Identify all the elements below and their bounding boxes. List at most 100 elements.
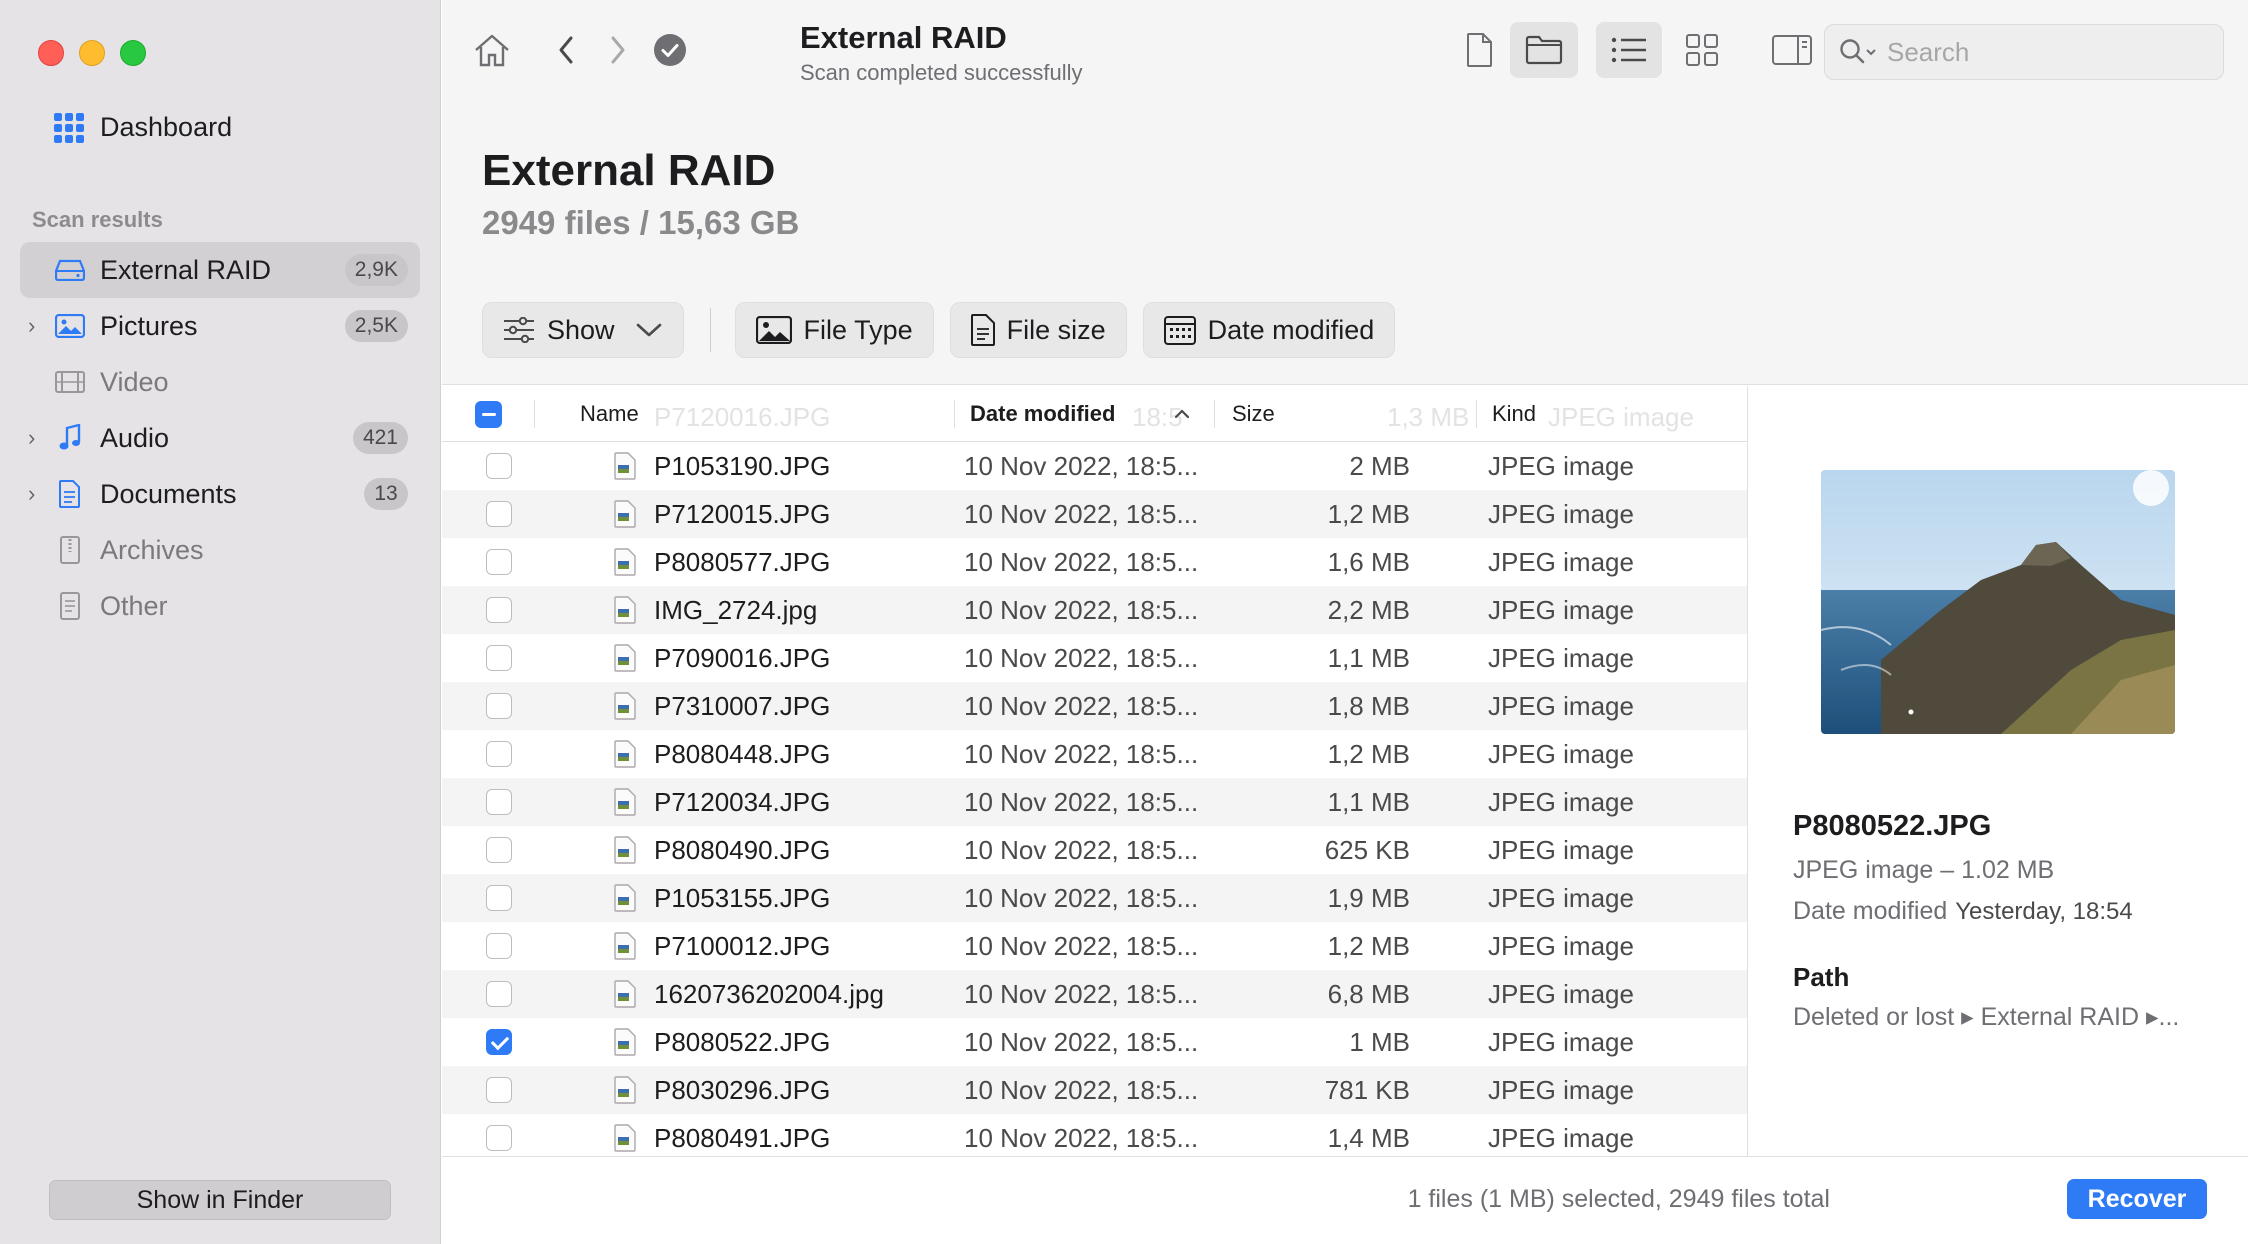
row-checkbox[interactable]	[486, 789, 512, 815]
sidebar-item-audio[interactable]: › Audio 421	[20, 410, 420, 466]
file-name: P7090016.JPG	[654, 643, 831, 673]
search-icon	[1840, 39, 1876, 64]
table-row[interactable]: P8080448.JPG 10 Nov 2022, 18:5... 1,2 MB JP…	[442, 730, 1747, 778]
file-size: 1,1 MB	[1327, 643, 1410, 673]
file-date-modified: 10 Nov 2022, 18:5...	[964, 835, 1199, 865]
document-icon	[54, 480, 86, 508]
search-input[interactable]	[1887, 36, 2207, 68]
count-badge: 2,9K	[344, 254, 408, 286]
table-row[interactable]: P7090016.JPG 10 Nov 2022, 18:5... 1,1 MB JP…	[442, 634, 1747, 682]
toggle-preview-panel-button[interactable]	[1764, 22, 1820, 78]
sidebar-item-pictures[interactable]: › Pictures 2,5K	[20, 298, 420, 354]
file-size: 1,8 MB	[1327, 691, 1410, 721]
show-filter-button[interactable]: Show	[482, 302, 684, 358]
chevron-right-icon[interactable]: ›	[28, 481, 35, 507]
column-divider	[954, 400, 955, 428]
list-view-button[interactable]	[1596, 22, 1662, 78]
jpeg-file-icon	[614, 836, 636, 864]
table-row[interactable]: P8030296.JPG 10 Nov 2022, 18:5... 781 KB JP…	[442, 1066, 1747, 1114]
table-row[interactable]: P8080577.JPG 10 Nov 2022, 18:5... 1,6 MB JP…	[442, 538, 1747, 586]
jpeg-file-icon	[614, 500, 636, 528]
sort-ascending-chevron-icon	[1174, 409, 1190, 419]
table-row[interactable]: P1053155.JPG 10 Nov 2022, 18:5... 1,9 MB JP…	[442, 874, 1747, 922]
column-header-size[interactable]: Size	[1232, 386, 1275, 442]
file-name: P7100012.JPG	[654, 931, 831, 961]
status-bar: 1 files (1 MB) selected, 2949 files tota…	[442, 1156, 2248, 1244]
file-kind: JPEG image	[1488, 1075, 1634, 1105]
column-header-date-modified[interactable]: Date modified	[970, 386, 1115, 442]
minimize-window-button[interactable]	[79, 40, 105, 66]
table-row[interactable]: P7120015.JPG 10 Nov 2022, 18:5... 1,2 MB JP…	[442, 490, 1747, 538]
row-checkbox[interactable]	[486, 981, 512, 1007]
sidebar-item-dashboard[interactable]: Dashboard	[54, 112, 232, 143]
row-checkbox[interactable]	[486, 933, 512, 959]
grid-view-button[interactable]	[1674, 22, 1730, 78]
preview-path-value[interactable]: Deleted or lost ▸ External RAID ▸...	[1793, 1002, 2179, 1032]
table-row[interactable]: IMG_2724.jpg 10 Nov 2022, 18:5... 2,2 MB JP…	[442, 586, 1747, 634]
row-checkbox[interactable]	[486, 741, 512, 767]
chevron-right-icon[interactable]: ›	[28, 313, 35, 339]
file-kind: JPEG image	[1488, 883, 1634, 913]
sidebar-item-label: Video	[100, 366, 169, 397]
search-field[interactable]	[1824, 24, 2224, 80]
column-header-name[interactable]: Name	[580, 386, 639, 442]
row-checkbox[interactable]	[486, 1029, 512, 1055]
close-window-button[interactable]	[38, 40, 64, 66]
scan-status-indicator	[642, 22, 698, 78]
file-size-filter-label: File size	[1006, 314, 1106, 345]
table-row[interactable]: 1620736202004.jpg 10 Nov 2022, 18:5... 6,8…	[442, 970, 1747, 1018]
home-button[interactable]	[464, 22, 520, 78]
date-modified-filter-button[interactable]: Date modified	[1142, 302, 1396, 358]
file-date-modified: 10 Nov 2022, 18:5...	[964, 499, 1199, 529]
row-checkbox[interactable]	[486, 837, 512, 863]
preview-panel: P8080522.JPG JPEG image – 1.02 MB Date m…	[1749, 386, 2248, 1156]
file-date-modified: 10 Nov 2022, 18:5...	[964, 1075, 1199, 1105]
file-size: 2,2 MB	[1327, 595, 1410, 625]
table-row[interactable]: P7120034.JPG 10 Nov 2022, 18:5... 1,1 MB JP…	[442, 778, 1747, 826]
file-name: IMG_2724.jpg	[654, 595, 818, 625]
table-row[interactable]: P1053190.JPG 10 Nov 2022, 18:5... 2 MB JPEG…	[442, 442, 1747, 490]
file-type-filter-button[interactable]: File Type	[734, 302, 934, 358]
files-summary: 2949 files / 15,63 GB	[482, 204, 800, 241]
zoom-window-button[interactable]	[120, 40, 146, 66]
column-header-kind[interactable]: Kind	[1492, 386, 1536, 442]
select-all-checkbox[interactable]	[475, 401, 502, 428]
table-row[interactable]: P7100012.JPG 10 Nov 2022, 18:5... 1,2 MB JP…	[442, 922, 1747, 970]
show-filter-label: Show	[547, 314, 615, 345]
sidebar-item-external-raid[interactable]: External RAID 2,9K	[20, 242, 420, 298]
list-icon	[1611, 37, 1646, 63]
sidebar-item-archives[interactable]: Archives	[20, 522, 420, 578]
back-button[interactable]	[538, 22, 594, 78]
row-checkbox[interactable]	[486, 693, 512, 719]
forward-button[interactable]	[590, 22, 646, 78]
sidebar-item-other[interactable]: Other	[20, 578, 420, 634]
row-checkbox[interactable]	[486, 501, 512, 527]
recover-button[interactable]: Recover	[2067, 1179, 2207, 1219]
file-size-filter-button[interactable]: File size	[949, 302, 1127, 358]
show-files-button[interactable]	[1452, 22, 1508, 78]
chevron-right-icon[interactable]: ›	[28, 425, 35, 451]
row-checkbox[interactable]	[486, 597, 512, 623]
row-checkbox[interactable]	[486, 453, 512, 479]
sidebar-item-documents[interactable]: › Documents 13	[20, 466, 420, 522]
jpeg-file-icon	[614, 788, 636, 816]
file-kind: JPEG image	[1488, 1027, 1634, 1057]
table-row[interactable]: P8080491.JPG 10 Nov 2022, 18:5... 1,4 MB JP…	[442, 1114, 1747, 1156]
jpeg-file-icon	[614, 1028, 636, 1056]
row-checkbox[interactable]	[486, 645, 512, 671]
row-checkbox[interactable]	[486, 1077, 512, 1103]
show-in-finder-button[interactable]: Show in Finder	[49, 1180, 391, 1220]
sidebar-item-video[interactable]: Video	[20, 354, 420, 410]
sidebar-item-label: Documents	[100, 478, 237, 509]
table-row[interactable]: P8080490.JPG 10 Nov 2022, 18:5... 625 KB JP…	[442, 826, 1747, 874]
folder-icon	[1525, 35, 1563, 65]
row-checkbox[interactable]	[486, 885, 512, 911]
file-date-modified: 10 Nov 2022, 18:5...	[964, 691, 1199, 721]
table-row[interactable]: P7310007.JPG 10 Nov 2022, 18:5... 1,8 MB JP…	[442, 682, 1747, 730]
table-row[interactable]: P8080522.JPG 10 Nov 2022, 18:5... 1 MB JPEG…	[442, 1018, 1747, 1066]
show-folders-button[interactable]	[1510, 22, 1578, 78]
preview-file-name: P8080522.JPG	[1793, 810, 1992, 842]
file-kind: JPEG image	[1488, 547, 1634, 577]
row-checkbox[interactable]	[486, 549, 512, 575]
row-checkbox[interactable]	[486, 1125, 512, 1151]
